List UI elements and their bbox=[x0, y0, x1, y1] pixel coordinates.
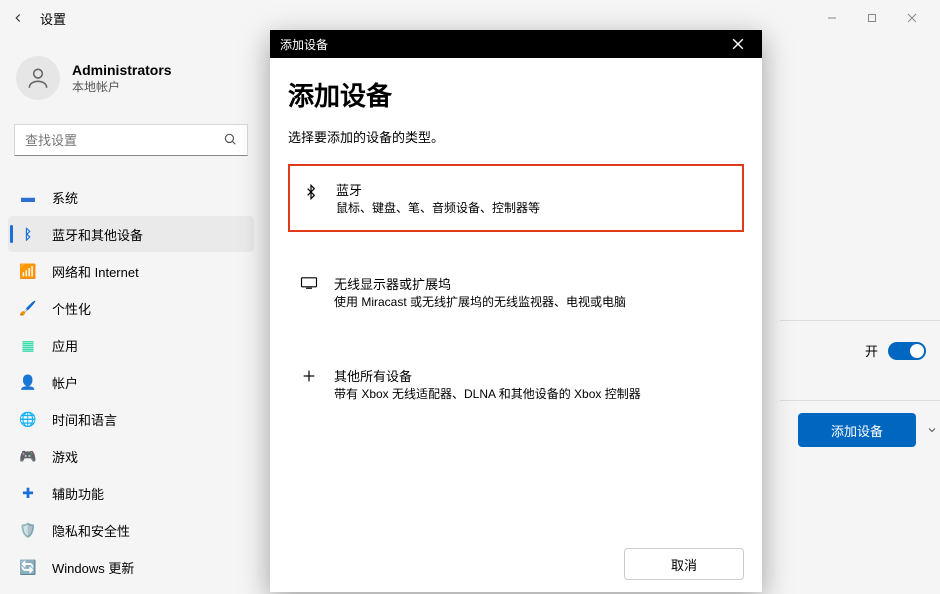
sidebar-item-system[interactable]: ▬ 系统 bbox=[8, 179, 254, 215]
option-wireless-display[interactable]: 无线显示器或扩展坞 使用 Miracast 或无线扩展坞的无线监视器、电视或电脑 bbox=[288, 260, 744, 324]
brush-icon: 🖌️ bbox=[18, 298, 38, 318]
display-icon bbox=[296, 274, 322, 310]
update-icon: 🔄 bbox=[18, 557, 38, 577]
option-everything-else[interactable]: 其他所有设备 带有 Xbox 无线适配器、DLNA 和其他设备的 Xbox 控制… bbox=[288, 352, 744, 416]
add-device-button[interactable]: 添加设备 bbox=[798, 413, 916, 447]
dialog-subtitle: 选择要添加的设备的类型。 bbox=[288, 127, 744, 146]
user-subtitle: 本地帐户 bbox=[72, 78, 172, 95]
add-device-dialog: 添加设备 添加设备 选择要添加的设备的类型。 蓝牙 鼠标、键盘、笔、音频设备、控… bbox=[270, 30, 762, 592]
option-bluetooth[interactable]: 蓝牙 鼠标、键盘、笔、音频设备、控制器等 bbox=[288, 164, 744, 232]
option-desc: 鼠标、键盘、笔、音频设备、控制器等 bbox=[336, 199, 540, 216]
sidebar-item-label: 网络和 Internet bbox=[52, 262, 139, 281]
minimize-button[interactable] bbox=[812, 3, 852, 33]
option-title: 蓝牙 bbox=[336, 180, 540, 199]
sidebar-item-accounts[interactable]: 👤 帐户 bbox=[8, 364, 254, 400]
sidebar-item-label: 时间和语言 bbox=[52, 410, 117, 429]
option-title: 无线显示器或扩展坞 bbox=[334, 274, 626, 293]
dialog-header: 添加设备 bbox=[270, 30, 762, 58]
sidebar-item-label: 个性化 bbox=[52, 299, 91, 318]
sidebar-item-accessibility[interactable]: ✚ 辅助功能 bbox=[8, 475, 254, 511]
user-icon: 👤 bbox=[18, 372, 38, 392]
maximize-button[interactable] bbox=[852, 3, 892, 33]
sidebar-item-label: Windows 更新 bbox=[52, 558, 134, 577]
dialog-title: 添加设备 bbox=[288, 76, 744, 113]
sidebar-item-windows-update[interactable]: 🔄 Windows 更新 bbox=[8, 549, 254, 585]
apps-icon: ▦ bbox=[18, 335, 38, 355]
sidebar-item-time-language[interactable]: 🌐 时间和语言 bbox=[8, 401, 254, 437]
sidebar-item-privacy[interactable]: 🛡️ 隐私和安全性 bbox=[8, 512, 254, 548]
accessibility-icon: ✚ bbox=[18, 483, 38, 503]
search-box[interactable] bbox=[14, 124, 248, 156]
system-icon: ▬ bbox=[18, 187, 38, 207]
sidebar-item-label: 辅助功能 bbox=[52, 484, 104, 503]
option-desc: 使用 Miracast 或无线扩展坞的无线监视器、电视或电脑 bbox=[334, 293, 626, 310]
close-dialog-button[interactable] bbox=[724, 30, 752, 58]
sidebar-item-gaming[interactable]: 🎮 游戏 bbox=[8, 438, 254, 474]
sidebar-item-label: 应用 bbox=[52, 336, 78, 355]
sidebar: Administrators 本地帐户 ▬ 系统 ᛒ 蓝牙和其他设备 📶 网络和… bbox=[0, 36, 260, 594]
chevron-down-icon[interactable] bbox=[924, 424, 940, 436]
globe-icon: 🌐 bbox=[18, 409, 38, 429]
sidebar-item-personalization[interactable]: 🖌️ 个性化 bbox=[8, 290, 254, 326]
sidebar-item-label: 帐户 bbox=[52, 373, 78, 392]
window-title: 设置 bbox=[40, 9, 66, 28]
sidebar-item-label: 蓝牙和其他设备 bbox=[52, 225, 143, 244]
option-title: 其他所有设备 bbox=[334, 366, 641, 385]
wifi-icon: 📶 bbox=[18, 261, 38, 281]
bluetooth-toggle-label: 开 bbox=[865, 341, 878, 360]
user-block[interactable]: Administrators 本地帐户 bbox=[8, 46, 254, 110]
option-desc: 带有 Xbox 无线适配器、DLNA 和其他设备的 Xbox 控制器 bbox=[334, 385, 641, 402]
sidebar-item-label: 系统 bbox=[52, 188, 78, 207]
search-input[interactable] bbox=[25, 133, 223, 148]
user-name: Administrators bbox=[72, 62, 172, 78]
dialog-header-title: 添加设备 bbox=[280, 36, 328, 53]
sidebar-item-label: 隐私和安全性 bbox=[52, 521, 130, 540]
sidebar-item-label: 游戏 bbox=[52, 447, 78, 466]
window-controls bbox=[812, 3, 932, 33]
main-content-fragment: 开 添加设备 bbox=[780, 320, 940, 447]
plus-icon bbox=[296, 366, 322, 402]
close-window-button[interactable] bbox=[892, 3, 932, 33]
sidebar-item-apps[interactable]: ▦ 应用 bbox=[8, 327, 254, 363]
sidebar-item-network[interactable]: 📶 网络和 Internet bbox=[8, 253, 254, 289]
bluetooth-toggle[interactable] bbox=[888, 342, 926, 360]
bluetooth-icon: ᛒ bbox=[18, 224, 38, 244]
sidebar-item-bluetooth[interactable]: ᛒ 蓝牙和其他设备 bbox=[8, 216, 254, 252]
back-button[interactable] bbox=[8, 8, 28, 28]
search-icon bbox=[223, 132, 237, 149]
bluetooth-icon bbox=[298, 180, 324, 216]
nav: ▬ 系统 ᛒ 蓝牙和其他设备 📶 网络和 Internet 🖌️ 个性化 ▦ 应… bbox=[8, 172, 254, 585]
cancel-button[interactable]: 取消 bbox=[624, 548, 744, 580]
avatar bbox=[16, 56, 60, 100]
game-icon: 🎮 bbox=[18, 446, 38, 466]
shield-icon: 🛡️ bbox=[18, 520, 38, 540]
